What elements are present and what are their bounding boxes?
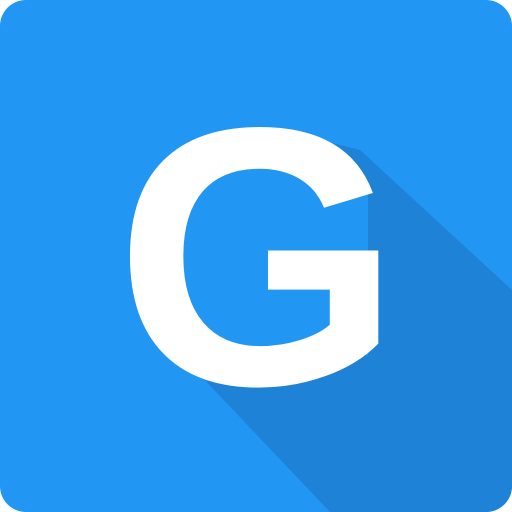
icon-letter: G bbox=[115, 51, 401, 462]
app-icon-tile[interactable]: G bbox=[0, 0, 512, 512]
letter-g-icon: G bbox=[115, 51, 512, 512]
